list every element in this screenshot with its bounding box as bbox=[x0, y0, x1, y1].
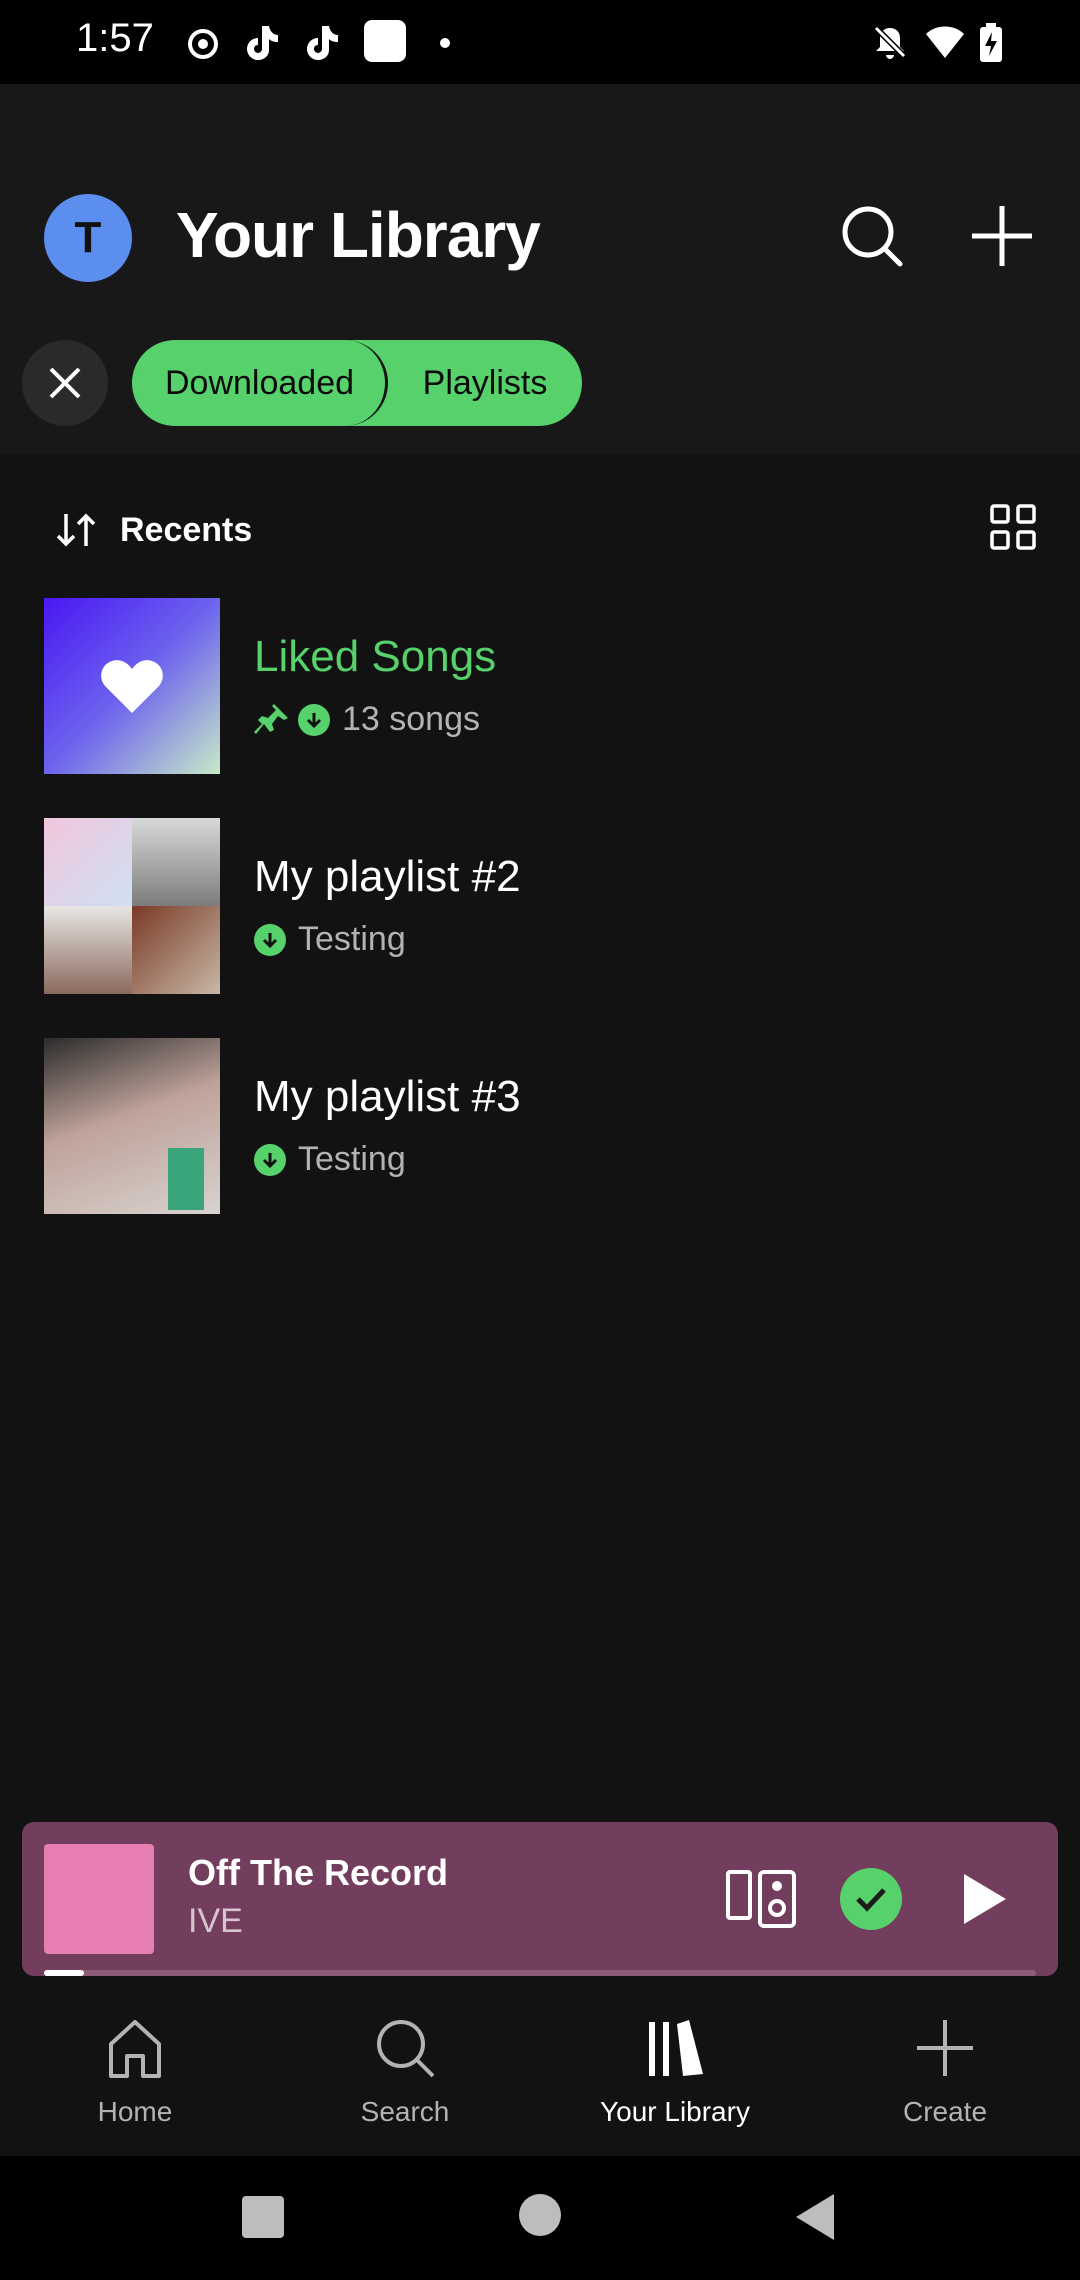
item-subtitle-row: Testing bbox=[254, 1140, 406, 1179]
list-item-my-playlist-2[interactable]: My playlist #2 Testing bbox=[44, 818, 1044, 994]
now-playing-cover bbox=[44, 1844, 154, 1954]
grid-view-button[interactable] bbox=[990, 504, 1036, 550]
recents-button[interactable] bbox=[242, 2196, 284, 2238]
nav-create[interactable]: Create bbox=[810, 1984, 1080, 2156]
now-playing-title: Off The Record bbox=[188, 1852, 449, 1893]
system-nav-bar bbox=[0, 2156, 1080, 2280]
pin-icon bbox=[254, 703, 288, 734]
item-title: My playlist #2 bbox=[254, 852, 521, 901]
search-icon bbox=[842, 206, 903, 267]
tiktok-icon-2 bbox=[307, 26, 338, 60]
plus-icon bbox=[972, 206, 1032, 266]
library-icon bbox=[649, 2020, 703, 2076]
status-time: 1:57 bbox=[76, 16, 154, 60]
sort-label: Recents bbox=[120, 510, 253, 549]
nav-your-library[interactable]: Your Library bbox=[540, 1984, 810, 2156]
back-button[interactable] bbox=[794, 2192, 836, 2242]
chip-playlists[interactable]: Playlists bbox=[388, 340, 582, 426]
connect-device-button[interactable] bbox=[726, 1868, 796, 1930]
check-icon bbox=[856, 1888, 886, 1912]
tiktok-icon bbox=[247, 26, 278, 60]
back-icon bbox=[796, 2194, 834, 2240]
chip-downloaded[interactable]: Downloaded bbox=[134, 340, 388, 426]
downloaded-icon bbox=[254, 1143, 286, 1176]
playlist-2-cover bbox=[44, 818, 220, 994]
clear-filters-button[interactable] bbox=[22, 340, 108, 426]
home-system-button[interactable] bbox=[519, 2194, 561, 2236]
status-bar: 1:57 bbox=[0, 0, 1080, 84]
list-item-liked-songs[interactable]: Liked Songs 13 songs bbox=[44, 598, 1044, 774]
item-subtitle: 13 songs bbox=[342, 700, 480, 738]
add-button[interactable] bbox=[966, 200, 1038, 272]
app-icon bbox=[364, 20, 406, 62]
nav-search-label: Search bbox=[360, 2096, 450, 2127]
battery-charging-icon bbox=[980, 23, 1002, 62]
play-icon bbox=[964, 1874, 1006, 1924]
downloaded-icon bbox=[254, 923, 286, 956]
list-item-my-playlist-3[interactable]: My playlist #3 Testing bbox=[44, 1038, 1044, 1214]
avatar[interactable]: T bbox=[44, 194, 132, 282]
page-title: Your Library bbox=[176, 199, 541, 271]
playback-progress[interactable] bbox=[44, 1970, 1036, 1976]
close-icon bbox=[49, 367, 81, 399]
filter-chips: Downloaded Playlists bbox=[132, 340, 582, 426]
nav-home[interactable]: Home bbox=[0, 1984, 270, 2156]
now-playing-artist: IVE bbox=[188, 1902, 243, 1940]
nav-home-label: Home bbox=[97, 2096, 173, 2127]
search-icon bbox=[377, 2020, 435, 2078]
playback-progress-fill bbox=[44, 1970, 84, 1976]
item-subtitle-row: 13 songs bbox=[254, 700, 480, 739]
search-button[interactable] bbox=[836, 200, 908, 272]
grid-icon bbox=[990, 504, 1036, 550]
wifi-icon bbox=[926, 26, 964, 58]
liked-songs-cover bbox=[44, 598, 220, 774]
mute-icon bbox=[873, 25, 907, 59]
devices-icon bbox=[726, 1870, 796, 1928]
sort-button[interactable]: Recents bbox=[54, 502, 252, 558]
nav-create-label: Create bbox=[902, 2096, 988, 2127]
plus-icon bbox=[917, 2020, 973, 2076]
downloaded-icon bbox=[298, 703, 330, 736]
now-playing-bar[interactable]: Off The Record IVE bbox=[22, 1822, 1058, 1976]
home-icon bbox=[109, 2020, 161, 2078]
item-title: Liked Songs bbox=[254, 632, 497, 681]
item-subtitle: Testing bbox=[298, 1140, 406, 1178]
nav-search[interactable]: Search bbox=[270, 1984, 540, 2156]
record-icon bbox=[188, 29, 218, 59]
item-subtitle-row: Testing bbox=[254, 920, 406, 959]
play-button[interactable] bbox=[960, 1872, 1008, 1926]
more-notifications-icon bbox=[440, 38, 450, 48]
heart-icon bbox=[101, 660, 163, 713]
bottom-nav: Home Search Your Library Create bbox=[0, 1984, 1080, 2156]
nav-your-library-label: Your Library bbox=[600, 2096, 750, 2127]
added-to-library-button[interactable] bbox=[840, 1868, 902, 1930]
playlist-3-cover bbox=[44, 1038, 220, 1214]
sort-icon bbox=[56, 513, 96, 547]
item-subtitle: Testing bbox=[298, 920, 406, 958]
item-title: My playlist #3 bbox=[254, 1072, 521, 1121]
